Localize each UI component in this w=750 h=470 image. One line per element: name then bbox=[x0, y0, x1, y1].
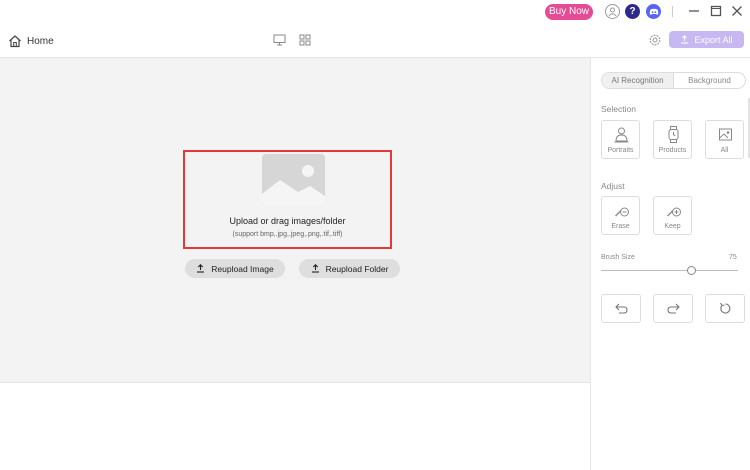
upload-icon bbox=[311, 264, 319, 273]
buy-now-button[interactable]: Buy Now bbox=[545, 4, 593, 20]
toolbar: Home Export All bbox=[0, 24, 750, 58]
maximize-icon[interactable] bbox=[708, 3, 724, 19]
export-all-button[interactable]: Export All bbox=[669, 31, 744, 48]
upload-icon bbox=[197, 264, 205, 273]
upload-formats: (support bmp,.jpg,.jpeg,.png,.tif,.tiff) bbox=[232, 231, 343, 238]
keep-label: Keep bbox=[664, 223, 681, 230]
export-all-label: Export All bbox=[694, 34, 733, 45]
brush-size-label: Brush Size bbox=[601, 254, 635, 261]
redo-button[interactable] bbox=[653, 294, 693, 323]
upload-drop-zone[interactable]: Upload or drag images/folder (support bm… bbox=[183, 150, 392, 249]
reupload-folder-label: Reupload Folder bbox=[325, 263, 389, 274]
discord-icon[interactable] bbox=[646, 4, 661, 19]
reupload-image-label: Reupload Image bbox=[211, 263, 274, 274]
redo-icon bbox=[666, 303, 680, 314]
keep-brush-icon bbox=[667, 207, 681, 217]
reupload-image-button[interactable]: Reupload Image bbox=[185, 259, 285, 278]
adjust-heading: Adjust bbox=[601, 181, 625, 191]
erase-label: Erase bbox=[611, 223, 630, 230]
portraits-label: Portraits bbox=[607, 147, 634, 154]
export-icon bbox=[681, 35, 689, 44]
brush-size-slider[interactable] bbox=[601, 270, 738, 271]
brush-size-value: 75 bbox=[729, 254, 737, 261]
right-panel: AI Recognition Background Selection Port… bbox=[590, 58, 750, 470]
all-button[interactable]: All bbox=[705, 120, 744, 159]
all-label: All bbox=[720, 147, 729, 154]
mode-tabs: AI Recognition Background bbox=[601, 72, 746, 89]
tab-ai-recognition[interactable]: AI Recognition bbox=[602, 73, 674, 88]
single-view-icon[interactable] bbox=[272, 33, 286, 47]
erase-brush-icon bbox=[615, 207, 629, 217]
products-label: Products bbox=[658, 147, 687, 154]
products-button[interactable]: Products bbox=[653, 120, 692, 159]
reset-icon bbox=[719, 302, 730, 314]
titlebar-divider bbox=[672, 6, 673, 17]
reupload-folder-button[interactable]: Reupload Folder bbox=[299, 259, 400, 278]
selection-heading: Selection bbox=[601, 104, 636, 114]
undo-button[interactable] bbox=[601, 294, 641, 323]
home-icon bbox=[9, 35, 21, 48]
help-icon[interactable]: ? bbox=[625, 4, 640, 19]
home-button[interactable]: Home bbox=[8, 32, 54, 50]
tab-background[interactable]: Background bbox=[674, 73, 745, 88]
portraits-button[interactable]: Portraits bbox=[601, 120, 640, 159]
close-icon[interactable] bbox=[729, 3, 745, 19]
minimize-icon[interactable] bbox=[686, 3, 702, 19]
thumbnail-strip bbox=[0, 382, 590, 470]
keep-button[interactable]: Keep bbox=[653, 196, 692, 235]
undo-icon bbox=[614, 303, 628, 314]
brush-size-slider-thumb[interactable] bbox=[687, 266, 696, 275]
erase-button[interactable]: Erase bbox=[601, 196, 640, 235]
settings-icon[interactable] bbox=[648, 33, 662, 47]
home-label: Home bbox=[27, 35, 54, 47]
upload-title: Upload or drag images/folder bbox=[229, 216, 346, 226]
image-placeholder-icon bbox=[262, 154, 325, 205]
all-icon bbox=[719, 128, 732, 141]
user-icon[interactable] bbox=[605, 4, 620, 19]
portrait-icon bbox=[614, 127, 629, 143]
reset-button[interactable] bbox=[705, 294, 745, 323]
watch-icon bbox=[668, 126, 679, 143]
grid-view-icon[interactable] bbox=[298, 33, 312, 47]
title-bar: Buy Now ? bbox=[0, 0, 750, 24]
